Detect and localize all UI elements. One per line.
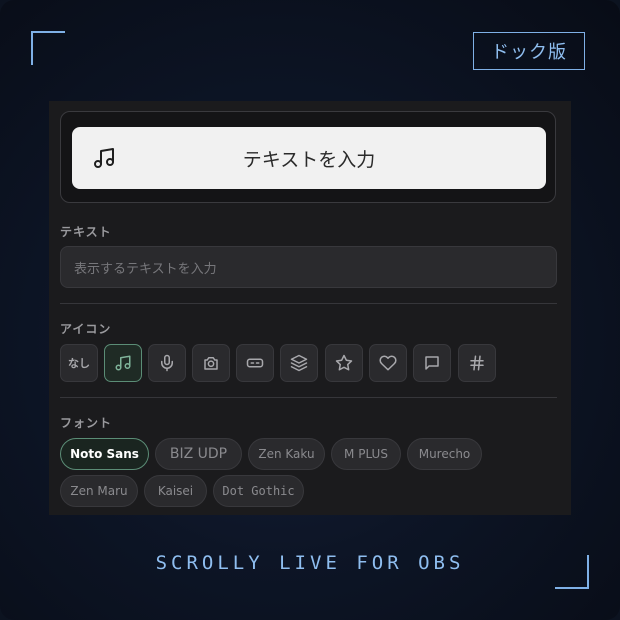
font-option-zen-maru[interactable]: Zen Maru (60, 475, 138, 507)
icon-section-label: アイコン (60, 322, 112, 336)
layers-icon (290, 354, 308, 372)
app-frame: ドック版 テキストを入力 テキスト 表示するテキストを入力 アイコン なし フォ… (0, 0, 620, 620)
divider (60, 397, 557, 398)
music-note-icon (115, 355, 131, 371)
icon-option-layers[interactable] (280, 344, 318, 382)
icon-option-microphone[interactable] (148, 344, 186, 382)
gamepad-icon (246, 358, 264, 368)
chat-bubble-icon (425, 356, 439, 370)
icon-option-star[interactable] (325, 344, 363, 382)
icon-option-music[interactable] (104, 344, 142, 382)
font-option-m-plus[interactable]: M PLUS (331, 438, 401, 470)
settings-panel: テキストを入力 テキスト 表示するテキストを入力 アイコン なし フォント No… (49, 101, 571, 515)
font-option-biz-udp[interactable]: BIZ UDP (155, 438, 242, 470)
star-icon (335, 354, 353, 371)
font-option-murecho[interactable]: Murecho (407, 438, 482, 470)
font-option-zen-kaku[interactable]: Zen Kaku (248, 438, 325, 470)
camera-icon (204, 357, 218, 370)
hash-icon (470, 355, 484, 371)
text-section-label: テキスト (60, 225, 112, 239)
font-section-label: フォント (60, 416, 113, 430)
icon-option-chat[interactable] (413, 344, 451, 382)
preview-text: テキストを入力 (242, 148, 376, 171)
preview-card: テキストを入力 (60, 111, 556, 203)
divider (60, 303, 557, 304)
font-option-dot-gothic[interactable]: Dot Gothic (213, 475, 304, 507)
corner-bracket-top-left (31, 31, 65, 65)
icon-option-camera[interactable] (192, 344, 230, 382)
icon-option-gamepad[interactable] (236, 344, 274, 382)
icon-option-heart[interactable] (369, 344, 407, 382)
font-option-noto-sans[interactable]: Noto Sans (60, 438, 149, 470)
font-option-kaisei[interactable]: Kaisei (144, 475, 207, 507)
footer-title: SCROLLY LIVE FOR OBS (155, 552, 465, 574)
text-input[interactable]: 表示するテキストを入力 (60, 246, 557, 288)
microphone-icon (161, 354, 173, 372)
icon-option-none[interactable]: なし (60, 344, 98, 382)
dock-version-badge: ドック版 (473, 32, 585, 70)
heart-icon (379, 355, 397, 371)
preview-display[interactable]: テキストを入力 (72, 127, 546, 189)
icon-none-label: なし (68, 357, 90, 370)
icon-option-hash[interactable] (458, 344, 496, 382)
